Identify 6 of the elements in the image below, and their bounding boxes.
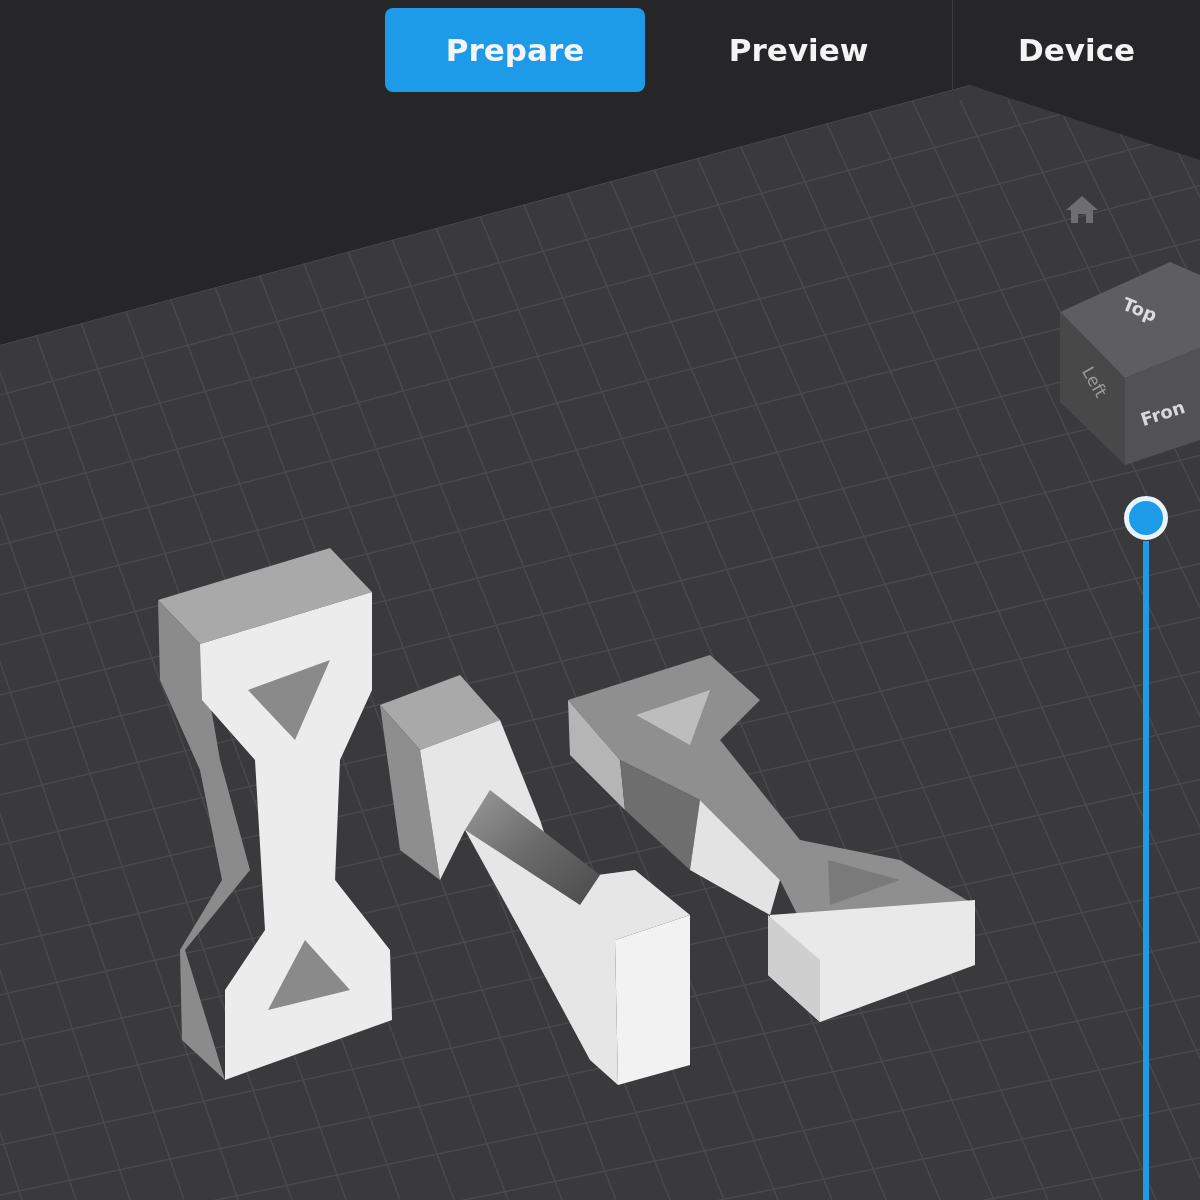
view-cube-label: Fron xyxy=(1138,396,1188,431)
view-cube-label: Top xyxy=(1119,293,1160,326)
mode-tab[interactable]: Device xyxy=(994,8,1160,92)
mode-tab[interactable]: Preview xyxy=(704,8,893,92)
view-cube-drawing[interactable] xyxy=(1060,262,1200,465)
home-icon[interactable] xyxy=(1065,194,1099,224)
